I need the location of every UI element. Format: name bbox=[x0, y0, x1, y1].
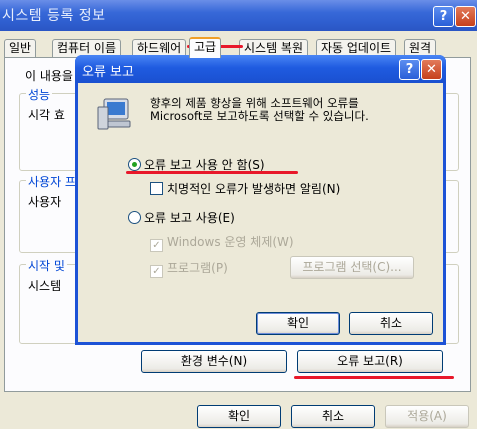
checkbox-notify-critical[interactable]: 치명적인 오류가 발생하면 알림(N) bbox=[150, 180, 340, 197]
annotation-underline-error-button bbox=[294, 376, 454, 379]
system-properties-window: 시스템 등록 정보 ? ✕ 일반 컴퓨터 이름 하드웨어 고급 시스템 복원 자… bbox=[0, 0, 477, 429]
group-startup-text: 시스템 bbox=[28, 279, 62, 293]
radio-enable-reporting[interactable]: 오류 보고 사용(E) bbox=[128, 209, 235, 226]
checkbox-checked-icon: ✓ bbox=[150, 239, 163, 252]
radio-unselected-icon bbox=[128, 211, 141, 224]
dialog-body: 향후의 제품 향상을 위해 소프트웨어 오류를 Microsoft로 보고하도록… bbox=[78, 83, 443, 342]
dialog-title: 오류 보고 bbox=[82, 65, 134, 80]
group-profiles-text: 사용자 bbox=[28, 195, 62, 209]
ok-button[interactable]: 확인 bbox=[197, 405, 281, 428]
dialog-help-icon[interactable]: ? bbox=[399, 59, 420, 80]
dialog-description: 향후의 제품 향상을 위해 소프트웨어 오류를 Microsoft로 보고하도록… bbox=[150, 97, 369, 123]
choose-programs-button[interactable]: 프로그램 선택(C)... bbox=[290, 256, 414, 279]
checkbox-checked-icon: ✓ bbox=[150, 265, 163, 278]
radio-disable-label: 오류 보고 사용 안 함(S) bbox=[144, 158, 265, 172]
close-icon[interactable]: ✕ bbox=[455, 6, 476, 27]
dialog-titlebar[interactable]: 오류 보고 ? ✕ bbox=[75, 55, 446, 83]
window-title: 시스템 등록 정보 bbox=[2, 8, 106, 24]
error-reporting-dialog: 오류 보고 ? ✕ 향후의 제품 향상을 위해 소프트웨어 오류를 Micros… bbox=[75, 55, 446, 345]
checkbox-unchecked-icon bbox=[150, 182, 163, 195]
group-performance-label: 성능 bbox=[26, 86, 53, 103]
dialog-ok-button[interactable]: 확인 bbox=[256, 312, 340, 335]
panel-intro-text: 이 내용을 bbox=[25, 69, 73, 83]
checkbox-programs-label: 프로그램(P) bbox=[167, 261, 228, 275]
group-profiles-label: 사용자 프 bbox=[26, 173, 78, 190]
checkbox-windows-label: Windows 운영 체제(W) bbox=[167, 235, 294, 249]
window-titlebar[interactable]: 시스템 등록 정보 ? ✕ bbox=[0, 0, 477, 31]
tab-general[interactable]: 일반 bbox=[4, 39, 37, 57]
cancel-button[interactable]: 취소 bbox=[291, 405, 375, 428]
group-startup-label: 시작 및 bbox=[26, 257, 67, 274]
error-reporting-button[interactable]: 오류 보고(R) bbox=[297, 350, 443, 373]
help-icon[interactable]: ? bbox=[433, 6, 454, 27]
checkbox-programs[interactable]: ✓ 프로그램(P) bbox=[150, 259, 228, 278]
computer-icon bbox=[97, 98, 131, 130]
radio-selected-icon bbox=[128, 158, 141, 171]
dialog-cancel-button[interactable]: 취소 bbox=[349, 312, 433, 335]
group-performance-text: 시각 효 bbox=[28, 108, 65, 122]
annotation-underline-radio bbox=[126, 171, 298, 174]
radio-enable-label: 오류 보고 사용(E) bbox=[144, 211, 235, 225]
tab-advanced[interactable]: 고급 bbox=[189, 37, 222, 58]
apply-button[interactable]: 적용(A) bbox=[385, 405, 469, 428]
dialog-close-icon[interactable]: ✕ bbox=[421, 59, 442, 80]
checkbox-notify-label: 치명적인 오류가 발생하면 알림(N) bbox=[167, 182, 341, 196]
checkbox-windows-os[interactable]: ✓ Windows 운영 체제(W) bbox=[150, 233, 294, 252]
environment-variables-button[interactable]: 환경 변수(N) bbox=[141, 350, 287, 373]
description-line-2: Microsoft로 보고하도록 선택할 수 있습니다. bbox=[150, 109, 369, 123]
